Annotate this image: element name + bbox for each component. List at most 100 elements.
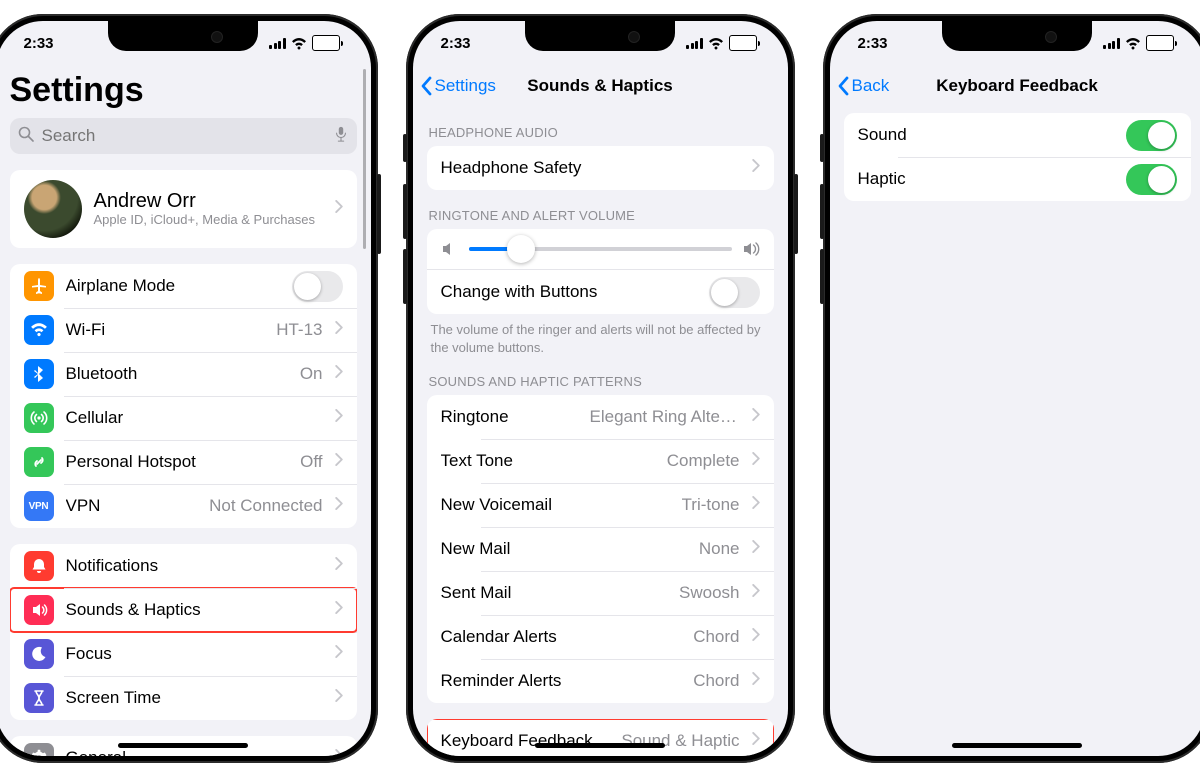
- airplane-icon: [24, 271, 54, 301]
- settings-row[interactable]: Calendar AlertsChord: [427, 615, 774, 659]
- profile-sub: Apple ID, iCloud+, Media & Purchases: [94, 212, 323, 229]
- cellular-signal-icon: [269, 38, 286, 49]
- phone-sounds-haptics: 2:33 89 Settings Sounds & Haptics HEADPH…: [406, 14, 795, 763]
- chevron-right-icon: [752, 584, 760, 602]
- status-time: 2:33: [24, 35, 54, 52]
- change-with-buttons-row[interactable]: Change with Buttons: [427, 269, 774, 314]
- row-label: Airplane Mode: [66, 276, 280, 296]
- settings-row[interactable]: Notifications: [10, 544, 357, 588]
- section-header: RINGTONE AND ALERT VOLUME: [429, 208, 772, 223]
- row-label: New Mail: [441, 539, 687, 559]
- settings-row[interactable]: Personal HotspotOff: [10, 440, 357, 484]
- home-indicator[interactable]: [952, 743, 1082, 748]
- scrollbar[interactable]: [363, 69, 366, 249]
- status-time: 2:33: [441, 35, 471, 52]
- row-value: On: [300, 364, 323, 384]
- settings-row[interactable]: Focus: [10, 632, 357, 676]
- chevron-right-icon: [335, 689, 343, 707]
- search-field[interactable]: [10, 118, 357, 154]
- chevron-right-icon: [335, 645, 343, 663]
- settings-row[interactable]: Ringtone Elegant Ring Alternative / Cle…: [427, 395, 774, 439]
- row-value: Elegant Ring Alternative / Cle…: [590, 407, 740, 427]
- settings-row[interactable]: Wi-Fi HT-13: [10, 308, 357, 352]
- feedback-row[interactable]: Sound: [844, 113, 1191, 157]
- row-label: Sound: [858, 125, 1114, 145]
- settings-row[interactable]: Keyboard FeedbackSound & Haptic: [427, 719, 774, 756]
- row-label: Change with Buttons: [441, 282, 697, 302]
- phone-settings-root: 2:33 89 Settings Andrew Orr: [0, 14, 378, 763]
- chevron-right-icon: [335, 497, 343, 515]
- settings-row[interactable]: Cellular: [10, 396, 357, 440]
- general-icon: [24, 743, 54, 756]
- section-footnote: The volume of the ringer and alerts will…: [431, 321, 770, 356]
- settings-row[interactable]: Sent MailSwoosh: [427, 571, 774, 615]
- row-toggle[interactable]: [1126, 164, 1177, 195]
- home-indicator[interactable]: [118, 743, 248, 748]
- section-header: SOUNDS AND HAPTIC PATTERNS: [429, 374, 772, 389]
- notif-icon: [24, 551, 54, 581]
- row-toggle[interactable]: [1126, 120, 1177, 151]
- row-label: Screen Time: [66, 688, 323, 708]
- chevron-left-icon: [838, 76, 850, 96]
- chevron-right-icon: [335, 557, 343, 575]
- section-header: HEADPHONE AUDIO: [429, 125, 772, 140]
- row-toggle[interactable]: [292, 271, 343, 302]
- back-button[interactable]: Back: [838, 76, 890, 96]
- settings-row[interactable]: VPNVPNNot Connected: [10, 484, 357, 528]
- chevron-right-icon: [335, 200, 343, 218]
- battery-status-icon: 89: [312, 35, 343, 51]
- row-label: Notifications: [66, 556, 323, 576]
- status-time: 2:33: [858, 35, 888, 52]
- chevron-right-icon: [335, 409, 343, 427]
- focus-icon: [24, 639, 54, 669]
- profile-name: Andrew Orr: [94, 190, 323, 212]
- battery-status-icon: 89: [729, 35, 760, 51]
- battery-status-icon: 89: [1146, 35, 1177, 51]
- change-buttons-toggle[interactable]: [709, 277, 760, 308]
- volume-slider[interactable]: [469, 247, 732, 251]
- chevron-right-icon: [752, 159, 760, 177]
- chevron-right-icon: [752, 540, 760, 558]
- search-input[interactable]: [40, 125, 327, 147]
- settings-row[interactable]: Airplane Mode: [10, 264, 357, 308]
- chevron-right-icon: [335, 365, 343, 383]
- row-value: HT-13: [276, 320, 322, 340]
- settings-row[interactable]: New VoicemailTri-tone: [427, 483, 774, 527]
- sound-icon: [24, 595, 54, 625]
- row-label: Ringtone: [441, 407, 578, 427]
- feedback-row[interactable]: Haptic: [844, 157, 1191, 201]
- settings-row[interactable]: Sounds & Haptics: [10, 588, 357, 632]
- settings-row[interactable]: Screen Time: [10, 676, 357, 720]
- chevron-left-icon: [421, 76, 433, 96]
- apple-id-row[interactable]: Andrew Orr Apple ID, iCloud+, Media & Pu…: [10, 170, 357, 248]
- row-value: None: [699, 539, 740, 559]
- dictate-icon[interactable]: [333, 126, 349, 147]
- settings-row[interactable]: BluetoothOn: [10, 352, 357, 396]
- row-value: Chord: [693, 671, 739, 691]
- row-label: General: [66, 748, 323, 756]
- headphone-safety-row[interactable]: Headphone Safety: [427, 146, 774, 190]
- home-indicator[interactable]: [535, 743, 665, 748]
- settings-row[interactable]: Text ToneComplete: [427, 439, 774, 483]
- wifi-status-icon: [1125, 37, 1141, 49]
- chevron-right-icon: [752, 496, 760, 514]
- nav-bar: Back Keyboard Feedback: [830, 65, 1200, 107]
- row-value: Complete: [667, 451, 740, 471]
- back-button[interactable]: Settings: [421, 76, 496, 96]
- chevron-right-icon: [752, 628, 760, 646]
- row-label: Headphone Safety: [441, 158, 740, 178]
- chevron-right-icon: [752, 408, 760, 426]
- screen-icon: [24, 683, 54, 713]
- back-label: Back: [852, 76, 890, 96]
- settings-row[interactable]: New Mail None: [427, 527, 774, 571]
- row-label: Wi-Fi: [66, 320, 265, 340]
- hotspot-icon: [24, 447, 54, 477]
- row-label: Reminder Alerts: [441, 671, 682, 691]
- settings-row[interactable]: Reminder Alerts Chord: [427, 659, 774, 703]
- bt-icon: [24, 359, 54, 389]
- phone-keyboard-feedback: 2:33 89 Back Keyboard Feedback Sound Hapt…: [823, 14, 1200, 763]
- row-label: VPN: [66, 496, 198, 516]
- row-value: Sound & Haptic: [621, 731, 739, 751]
- cell-icon: [24, 403, 54, 433]
- row-label: Cellular: [66, 408, 323, 428]
